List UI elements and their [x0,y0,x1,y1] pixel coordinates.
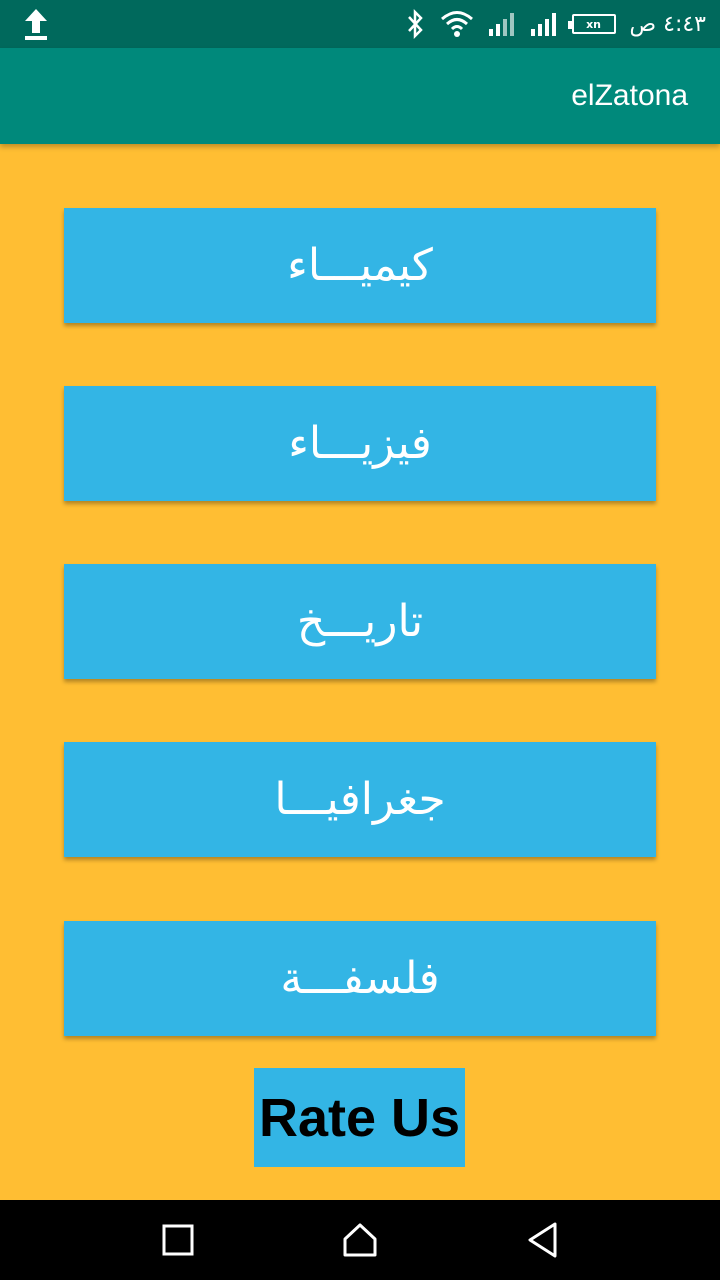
recent-apps-icon[interactable] [158,1220,198,1260]
upload-icon [25,9,47,40]
battery-label: xn [586,17,601,31]
history-button-label: تاريـــخ [296,596,424,647]
rate-us-button[interactable]: Rate Us [254,1068,465,1167]
status-time: ٤:٤٣ ص [629,11,706,37]
signal-icon [488,13,514,36]
app-title: elZatona [571,79,688,112]
wifi-icon [440,11,473,37]
philosophy-button-label: فلسفـــة [280,953,440,1004]
philosophy-button[interactable]: فلسفـــة [64,921,656,1036]
rate-us-label: Rate Us [258,1087,461,1148]
geography-button[interactable]: جغرافيـــا [64,742,656,857]
history-button[interactable]: تاريـــخ [64,564,656,679]
chemistry-button-label: كيميـــاء [287,240,433,291]
geography-button-label: جغرافيـــا [274,774,446,825]
physics-button-label: فيزيـــاء [288,418,432,469]
back-icon[interactable] [522,1220,562,1260]
physics-button[interactable]: فيزيـــاء [64,386,656,501]
status-bar: xn ٤:٤٣ ص [0,0,720,48]
chemistry-button[interactable]: كيميـــاء [64,208,656,323]
app-bar: elZatona [0,48,720,144]
bluetooth-icon [407,8,423,40]
navigation-bar [0,1200,720,1280]
signal-icon [530,13,556,36]
home-icon[interactable] [340,1220,380,1260]
battery-icon: xn [567,14,616,34]
